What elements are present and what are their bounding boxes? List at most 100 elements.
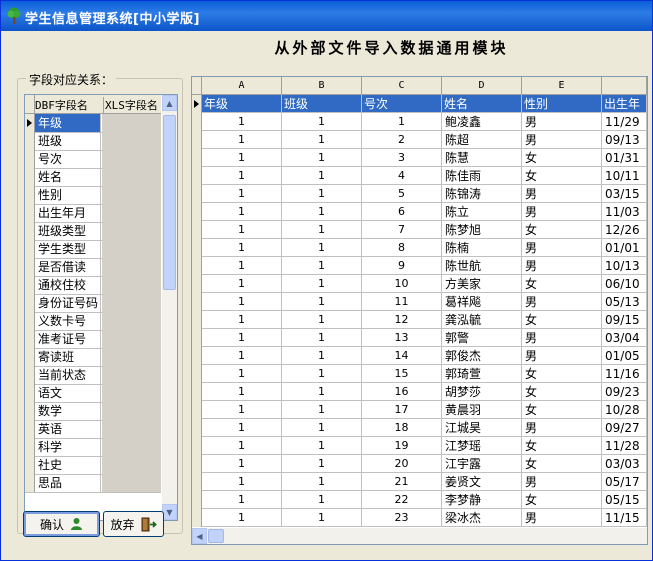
sheet-header-row[interactable]: 年级 班级 号次 姓名 性别 出生年	[192, 95, 647, 113]
xls-field-cell[interactable]	[102, 150, 161, 168]
sheet-cell[interactable]: 6	[362, 203, 442, 221]
dbf-field-cell[interactable]: 姓名	[35, 168, 101, 186]
xls-field-cell[interactable]	[102, 402, 161, 420]
sheet-cell[interactable]: 11/16	[602, 365, 647, 383]
sheet-header-cell[interactable]: 出生年	[602, 95, 647, 113]
sheet-cell[interactable]: 4	[362, 167, 442, 185]
mapping-row[interactable]: 英语	[25, 420, 161, 439]
sheet-data-row[interactable]: 1 1 3 陈慧女 01/31	[192, 149, 647, 167]
sheet-cell[interactable]: 1	[282, 113, 362, 131]
sheet-cell[interactable]: 梁冰杰	[442, 509, 522, 527]
sheet-data-row[interactable]: 1 1 16 胡梦莎女 09/23	[192, 383, 647, 401]
xls-field-cell[interactable]	[102, 348, 161, 366]
sheet-cell[interactable]: 10/13	[602, 257, 647, 275]
sheet-cell[interactable]: 男	[522, 239, 602, 257]
dbf-field-cell[interactable]: 数学	[35, 402, 101, 420]
sheet-cell[interactable]: 郭警	[442, 329, 522, 347]
scroll-up-icon[interactable]: ▲	[162, 95, 177, 111]
mapping-row[interactable]: 准考证号	[25, 330, 161, 349]
sheet-cell[interactable]: 11	[362, 293, 442, 311]
xls-field-cell[interactable]	[102, 294, 161, 312]
column-letter[interactable]: D	[442, 77, 522, 94]
sheet-cell[interactable]: 陈锦涛	[442, 185, 522, 203]
mapping-row[interactable]: 性别	[25, 186, 161, 205]
sheet-data-row[interactable]: 1 1 19 江梦瑶女 11/28	[192, 437, 647, 455]
sheet-data-row[interactable]: 1 1 5 陈锦涛男 03/15	[192, 185, 647, 203]
sheet-cell[interactable]: 女	[522, 365, 602, 383]
sheet-cell[interactable]: 1	[282, 185, 362, 203]
mapping-row[interactable]: 号次	[25, 150, 161, 169]
mapping-row[interactable]: 学生类型	[25, 240, 161, 259]
sheet-cell[interactable]: 1	[202, 203, 282, 221]
mapping-row[interactable]: 姓名	[25, 168, 161, 187]
sheet-cell[interactable]: 5	[362, 185, 442, 203]
sheet-cell[interactable]: 方美家	[442, 275, 522, 293]
sheet-cell[interactable]: 1	[282, 131, 362, 149]
dbf-field-cell[interactable]: 思品	[35, 474, 101, 492]
dbf-field-cell[interactable]: 义数卡号	[35, 312, 101, 330]
mapping-row[interactable]: 思品	[25, 474, 161, 493]
sheet-cell[interactable]: 男	[522, 419, 602, 437]
sheet-cell[interactable]: 男	[522, 473, 602, 491]
dbf-field-cell[interactable]: 学生类型	[35, 240, 101, 258]
sheet-cell[interactable]: 7	[362, 221, 442, 239]
scroll-thumb[interactable]	[163, 115, 176, 290]
sheet-cell[interactable]: 1	[282, 383, 362, 401]
xls-field-cell[interactable]	[102, 456, 161, 474]
sheet-cell[interactable]: 1	[202, 473, 282, 491]
sheet-cell[interactable]: 1	[202, 257, 282, 275]
mapping-row[interactable]: 班级类型	[25, 222, 161, 241]
sheet-cell[interactable]: 女	[522, 383, 602, 401]
column-letter[interactable]: A	[202, 77, 282, 94]
sheet-cell[interactable]: 03/04	[602, 329, 647, 347]
sheet-cell[interactable]: 12	[362, 311, 442, 329]
sheet-data-row[interactable]: 1 1 13 郭警男 03/04	[192, 329, 647, 347]
sheet-cell[interactable]: 15	[362, 365, 442, 383]
sheet-cell[interactable]: 1	[202, 383, 282, 401]
sheet-cell[interactable]: 20	[362, 455, 442, 473]
sheet-header-cell[interactable]: 性别	[522, 95, 602, 113]
sheet-cell[interactable]: 男	[522, 185, 602, 203]
sheet-cell[interactable]: 1	[202, 455, 282, 473]
sheet-cell[interactable]: 3	[362, 149, 442, 167]
sheet-cell[interactable]: 01/31	[602, 149, 647, 167]
sheet-cell[interactable]: 男	[522, 347, 602, 365]
sheet-cell[interactable]: 江城昊	[442, 419, 522, 437]
xls-field-cell[interactable]	[102, 222, 161, 240]
sheet-cell[interactable]: 1	[202, 419, 282, 437]
sheet-cell[interactable]: 1	[202, 239, 282, 257]
xls-field-cell[interactable]	[102, 384, 161, 402]
sheet-cell[interactable]: 1	[202, 149, 282, 167]
sheet-cell[interactable]: 10/28	[602, 401, 647, 419]
sheet-data-row[interactable]: 1 1 21 姜贤文男 05/17	[192, 473, 647, 491]
dbf-field-cell[interactable]: 班级	[35, 132, 101, 150]
sheet-data-row[interactable]: 1 1 18 江城昊男 09/27	[192, 419, 647, 437]
sheet-cell[interactable]: 06/10	[602, 275, 647, 293]
sheet-cell[interactable]: 男	[522, 509, 602, 527]
sheet-cell[interactable]: 1	[202, 365, 282, 383]
sheet-data-row[interactable]: 1 1 15 郭琦萱女 11/16	[192, 365, 647, 383]
sheet-cell[interactable]: 1	[282, 221, 362, 239]
sheet-cell[interactable]: 郭俊杰	[442, 347, 522, 365]
sheet-cell[interactable]: 1	[282, 203, 362, 221]
sheet-cell[interactable]: 1	[202, 275, 282, 293]
confirm-button[interactable]: 确认	[23, 511, 100, 537]
scroll-left-icon[interactable]: ◀	[192, 528, 207, 544]
mapping-row[interactable]: 语文	[25, 384, 161, 403]
sheet-cell[interactable]: 1	[202, 311, 282, 329]
sheet-cell[interactable]: 1	[202, 185, 282, 203]
sheet-cell[interactable]: 1	[282, 365, 362, 383]
sheet-cell[interactable]: 1	[202, 131, 282, 149]
xls-field-cell[interactable]	[102, 474, 161, 492]
sheet-cell[interactable]: 1	[202, 167, 282, 185]
mapping-row[interactable]: 出生年月	[25, 204, 161, 223]
mapping-row[interactable]: 年级	[25, 114, 161, 133]
sheet-cell[interactable]: 1	[282, 311, 362, 329]
sheet-data-row[interactable]: 1 1 17 黄晨羽女 10/28	[192, 401, 647, 419]
sheet-cell[interactable]: 陈世航	[442, 257, 522, 275]
sheet-data-row[interactable]: 1 1 9 陈世航男 10/13	[192, 257, 647, 275]
sheet-cell[interactable]: 1	[282, 455, 362, 473]
dbf-field-cell[interactable]: 班级类型	[35, 222, 101, 240]
column-letter[interactable]: E	[522, 77, 602, 94]
sheet-cell[interactable]: 陈楠	[442, 239, 522, 257]
